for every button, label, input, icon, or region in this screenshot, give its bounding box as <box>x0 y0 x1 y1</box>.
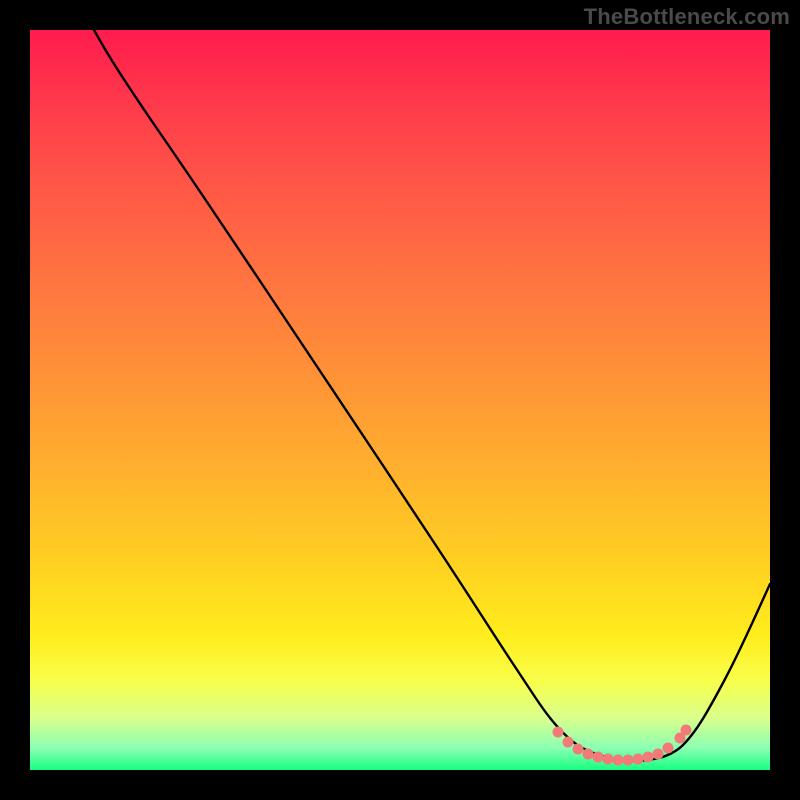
curve-marker <box>613 755 624 766</box>
curve-marker <box>681 725 692 736</box>
curve-markers <box>553 725 692 766</box>
curve-marker <box>623 755 634 766</box>
curve-layer <box>30 30 770 770</box>
curve-marker <box>563 737 574 748</box>
curve-marker <box>603 754 614 765</box>
curve-marker <box>643 752 654 763</box>
curve-marker <box>633 754 644 765</box>
curve-marker <box>593 752 604 763</box>
curve-marker <box>583 749 594 760</box>
curve-marker <box>653 749 664 760</box>
plot-area <box>30 30 770 770</box>
curve-marker <box>573 744 584 755</box>
curve-marker <box>663 743 674 754</box>
chart-container: TheBottleneck.com <box>0 0 800 800</box>
bottleneck-curve <box>94 30 770 761</box>
curve-marker <box>553 727 564 738</box>
watermark-label: TheBottleneck.com <box>584 4 790 30</box>
